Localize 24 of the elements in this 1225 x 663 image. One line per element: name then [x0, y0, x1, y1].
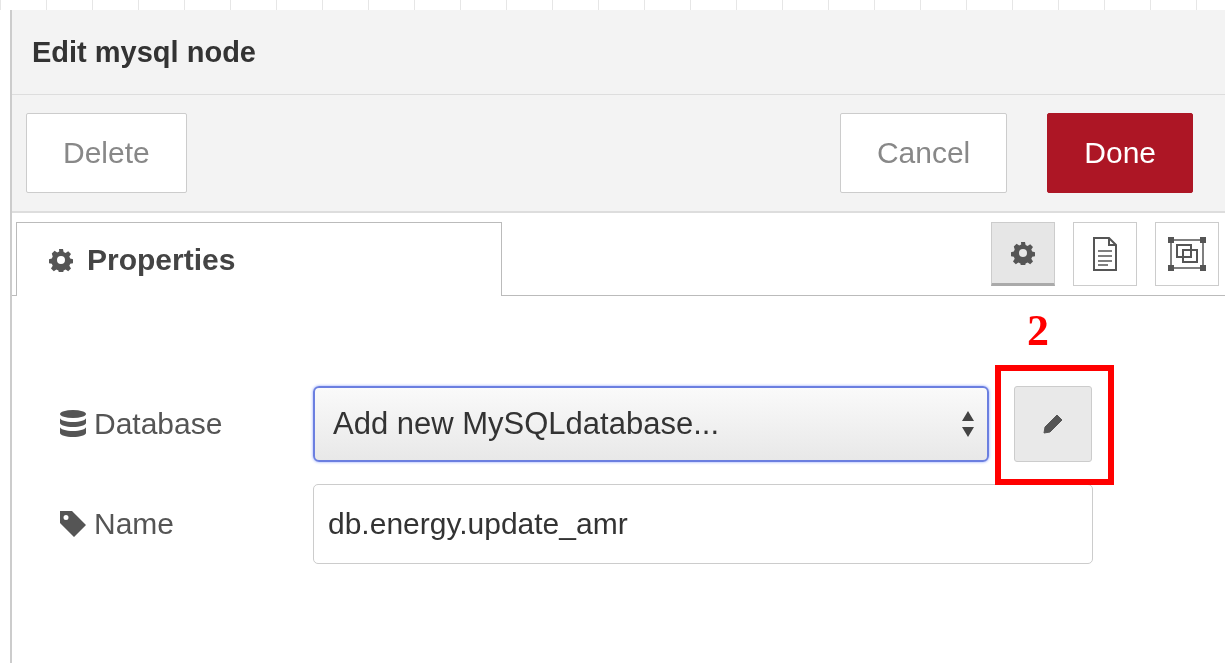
field-label: Database	[94, 407, 223, 441]
updown-arrows-icon	[961, 410, 975, 438]
database-icon	[58, 409, 88, 439]
primary-button[interactable]: Done	[1047, 113, 1193, 193]
name-field[interactable]: db.energy.update_amr	[313, 484, 1093, 564]
frame-icon	[1167, 236, 1207, 272]
tab-label: Properties	[87, 242, 236, 277]
document-icon	[1092, 237, 1118, 271]
action-button[interactable]: Delete	[26, 113, 187, 193]
action-button[interactable]: Cancel	[839, 113, 1008, 193]
field-label: Name	[94, 507, 175, 541]
edit-button[interactable]	[1014, 386, 1092, 462]
tray-title: Edit mysql node	[32, 35, 256, 69]
properties-tab[interactable]: Properties	[16, 222, 502, 296]
sidebar-tab[interactable]	[1073, 222, 1137, 286]
tag-icon	[58, 509, 88, 539]
sidebar-tab[interactable]	[1155, 222, 1219, 286]
select-value: Add new MySQLdatabase...	[333, 406, 720, 442]
sidebar-tab[interactable]	[991, 222, 1055, 286]
annotation-number: 2	[1027, 305, 1049, 356]
pencil-icon	[1042, 413, 1064, 435]
gear-icon	[49, 247, 73, 272]
gear-icon	[1011, 241, 1035, 265]
database-select[interactable]: Add new MySQLdatabase...	[313, 386, 989, 462]
